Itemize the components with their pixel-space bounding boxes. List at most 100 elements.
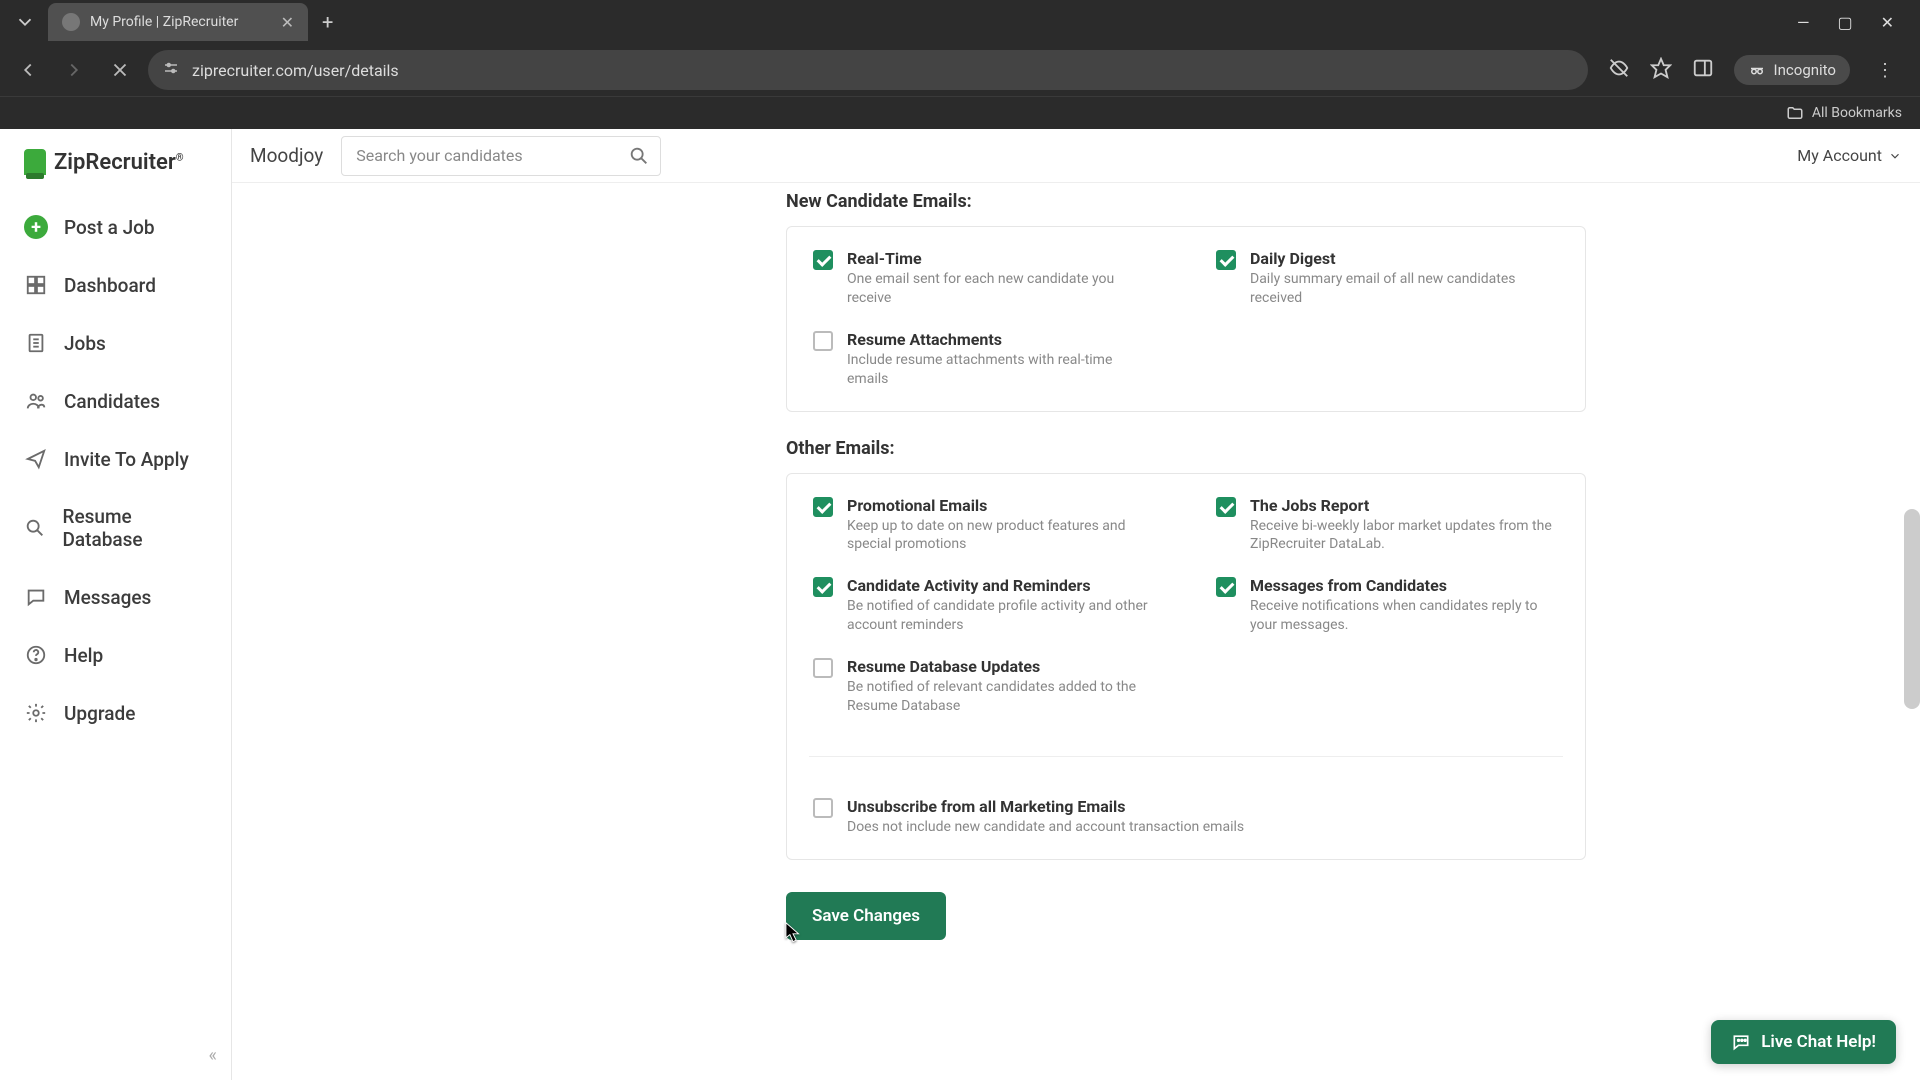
- option-desc: Does not include new candidate and accou…: [847, 818, 1244, 837]
- account-label: My Account: [1797, 146, 1882, 165]
- option-desc: Keep up to date on new product features …: [847, 517, 1156, 555]
- option-promotional: Promotional Emails Keep up to date on ne…: [813, 496, 1156, 555]
- option-desc: Receive notifications when candidates re…: [1250, 597, 1559, 635]
- address-field[interactable]: ziprecruiter.com/user/details: [148, 50, 1588, 90]
- sidebar-item-jobs[interactable]: Jobs: [0, 317, 231, 369]
- other-emails-card: Promotional Emails Keep up to date on ne…: [786, 473, 1586, 860]
- tab-search-dropdown[interactable]: [8, 5, 42, 39]
- option-desc: Receive bi-weekly labor market updates f…: [1250, 517, 1559, 555]
- checkbox-resume-attachments[interactable]: [813, 331, 833, 351]
- scrollbar-thumb[interactable]: [1904, 509, 1920, 709]
- sidebar-item-label: Jobs: [64, 332, 106, 355]
- sidebar-nav: + Post a Job Dashboard Jobs Candidates I…: [0, 193, 231, 747]
- checkbox-messages-from-candidates[interactable]: [1216, 577, 1236, 597]
- option-desc: Daily summary email of all new candidate…: [1250, 270, 1559, 308]
- checkbox-real-time[interactable]: [813, 250, 833, 270]
- visibility-off-icon[interactable]: [1608, 57, 1630, 83]
- tab-close-icon[interactable]: ✕: [281, 13, 294, 32]
- page: ZipRecruiter® + Post a Job Dashboard Job…: [0, 129, 1920, 1080]
- sidebar-item-label: Messages: [64, 586, 151, 609]
- sidebar-item-label: Upgrade: [64, 702, 135, 725]
- sidebar-item-upgrade[interactable]: Upgrade: [0, 687, 231, 739]
- incognito-indicator[interactable]: Incognito: [1734, 55, 1850, 85]
- option-desc: Be notified of candidate profile activit…: [847, 597, 1156, 635]
- search-icon: [24, 516, 47, 540]
- sidebar-item-label: Post a Job: [64, 216, 155, 239]
- option-daily-digest: Daily Digest Daily summary email of all …: [1216, 249, 1559, 308]
- incognito-label: Incognito: [1774, 61, 1836, 79]
- live-chat-button[interactable]: Live Chat Help!: [1711, 1020, 1896, 1064]
- option-title: Candidate Activity and Reminders: [847, 576, 1156, 595]
- nav-back-button[interactable]: [10, 52, 46, 88]
- bookmarks-bar: All Bookmarks: [0, 96, 1920, 129]
- sidebar-item-label: Candidates: [64, 390, 160, 413]
- checkbox-jobs-report[interactable]: [1216, 497, 1236, 517]
- browser-tab[interactable]: My Profile | ZipRecruiter ✕: [48, 3, 308, 41]
- chat-bubble-icon: [1731, 1032, 1751, 1052]
- plus-circle-icon: +: [24, 215, 48, 239]
- chevron-down-icon: [1888, 149, 1902, 163]
- bookmark-star-icon[interactable]: [1650, 57, 1672, 83]
- sidebar-item-label: Dashboard: [64, 274, 156, 297]
- option-title: Resume Attachments: [847, 330, 1156, 349]
- checkbox-resume-db-updates[interactable]: [813, 658, 833, 678]
- section-title-other-emails: Other Emails:: [786, 438, 1586, 459]
- section-title-new-candidate: New Candidate Emails:: [786, 191, 1586, 212]
- option-title: Real-Time: [847, 249, 1156, 268]
- window-close-icon[interactable]: ✕: [1881, 13, 1894, 32]
- org-name[interactable]: Moodjoy: [250, 144, 323, 167]
- checkbox-promotional[interactable]: [813, 497, 833, 517]
- option-desc: One email sent for each new candidate yo…: [847, 270, 1156, 308]
- browser-menu-icon[interactable]: ⋮: [1870, 60, 1900, 81]
- sidebar-collapse-button[interactable]: «: [0, 1031, 231, 1080]
- gear-icon: [24, 701, 48, 725]
- new-candidate-emails-card: Real-Time One email sent for each new ca…: [786, 226, 1586, 412]
- sidebar-item-invite-to-apply[interactable]: Invite To Apply: [0, 433, 231, 485]
- search-button-icon[interactable]: [625, 142, 653, 170]
- option-title: Messages from Candidates: [1250, 576, 1559, 595]
- save-changes-button[interactable]: Save Changes: [786, 892, 946, 940]
- option-title: Resume Database Updates: [847, 657, 1156, 676]
- checkbox-activity-reminders[interactable]: [813, 577, 833, 597]
- window-minimize-icon[interactable]: ―: [1797, 13, 1810, 32]
- sidebar-item-dashboard[interactable]: Dashboard: [0, 259, 231, 311]
- sidebar-item-label: Resume Database: [63, 505, 207, 551]
- sidebar-item-resume-database[interactable]: Resume Database: [0, 491, 231, 565]
- option-desc: Include resume attachments with real-tim…: [847, 351, 1156, 389]
- option-title: The Jobs Report: [1250, 496, 1559, 515]
- my-account-menu[interactable]: My Account: [1797, 146, 1902, 165]
- sidebar-item-candidates[interactable]: Candidates: [0, 375, 231, 427]
- main-scroll-area[interactable]: New Candidate Emails: Real-Time One emai…: [232, 129, 1920, 1080]
- option-title: Daily Digest: [1250, 249, 1559, 268]
- nav-forward-button[interactable]: [56, 52, 92, 88]
- help-icon: [24, 643, 48, 667]
- sidebar-item-messages[interactable]: Messages: [0, 571, 231, 623]
- site-settings-icon[interactable]: [162, 59, 180, 81]
- tab-favicon: [62, 13, 80, 31]
- new-tab-button[interactable]: +: [322, 10, 333, 34]
- option-messages-from-candidates: Messages from Candidates Receive notific…: [1216, 576, 1559, 635]
- logo-text: ZipRecruiter®: [54, 150, 184, 175]
- app-topbar: Moodjoy My Account: [232, 129, 1920, 183]
- option-title: Promotional Emails: [847, 496, 1156, 515]
- chat-icon: [24, 585, 48, 609]
- option-real-time: Real-Time One email sent for each new ca…: [813, 249, 1156, 308]
- sidebar: ZipRecruiter® + Post a Job Dashboard Job…: [0, 129, 232, 1080]
- side-panel-icon[interactable]: [1692, 57, 1714, 83]
- document-icon: [24, 331, 48, 355]
- logo[interactable]: ZipRecruiter®: [0, 143, 231, 193]
- sidebar-item-post-a-job[interactable]: + Post a Job: [0, 201, 231, 253]
- nav-stop-button[interactable]: [102, 52, 138, 88]
- candidate-search: [341, 136, 661, 176]
- all-bookmarks-button[interactable]: All Bookmarks: [1786, 104, 1902, 122]
- content: New Candidate Emails: Real-Time One emai…: [526, 183, 1626, 1000]
- sidebar-item-label: Invite To Apply: [64, 448, 189, 471]
- search-input[interactable]: [341, 136, 661, 176]
- checkbox-unsubscribe-all[interactable]: [813, 798, 833, 818]
- option-activity-reminders: Candidate Activity and Reminders Be noti…: [813, 576, 1156, 635]
- sidebar-item-help[interactable]: Help: [0, 629, 231, 681]
- tab-bar: My Profile | ZipRecruiter ✕ + ― ▢ ✕: [0, 0, 1920, 44]
- checkbox-daily-digest[interactable]: [1216, 250, 1236, 270]
- toolbar-right: Incognito ⋮: [1598, 55, 1910, 85]
- window-maximize-icon[interactable]: ▢: [1837, 13, 1852, 32]
